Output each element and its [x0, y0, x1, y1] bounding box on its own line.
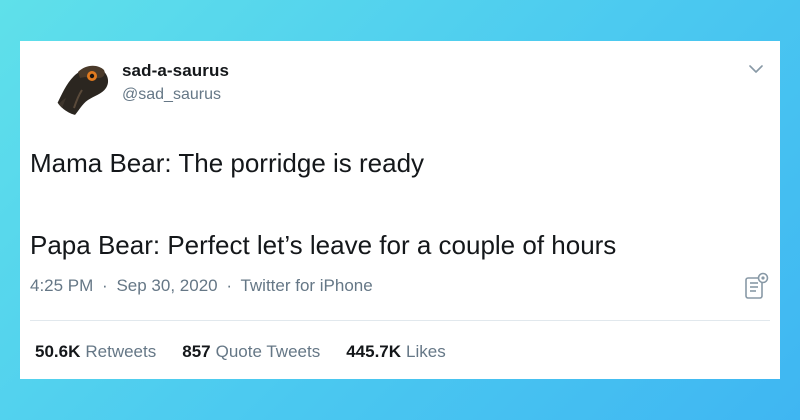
- meta-separator: ·: [102, 276, 108, 295]
- likes-count: 445.7K: [346, 342, 402, 361]
- tweet-meta: 4:25 PM · Sep 30, 2020 · Twitter for iPh…: [30, 276, 373, 296]
- user-handle[interactable]: @sad_saurus: [122, 86, 221, 104]
- analytics-icon[interactable]: [744, 272, 770, 300]
- avatar[interactable]: [52, 54, 114, 116]
- likes-stat[interactable]: 445.7K Likes: [346, 342, 446, 362]
- tweet-time[interactable]: 4:25 PM: [30, 276, 93, 295]
- divider: [30, 320, 770, 321]
- quote-tweets-count: 857: [182, 342, 211, 361]
- tweet-stats: 50.6K Retweets 857 Quote Tweets 445.7K Like…: [35, 342, 446, 362]
- retweets-stat[interactable]: 50.6K Retweets: [35, 342, 156, 362]
- likes-label: Likes: [406, 342, 446, 361]
- meta-separator: ·: [226, 276, 233, 295]
- retweets-count: 50.6K: [35, 342, 81, 361]
- quote-tweets-label: Quote Tweets: [215, 342, 321, 361]
- tweet-card: sad-a-saurus @sad_saurus Mama Bear: The …: [20, 41, 780, 379]
- tweet-line-1: Mama Bear: The porridge is ready: [30, 148, 425, 178]
- tweet-line-2: Papa Bear: Perfect let’s leave for a cou…: [30, 230, 617, 260]
- tweet-date[interactable]: Sep 30, 2020: [116, 276, 217, 295]
- quote-tweets-stat[interactable]: 857 Quote Tweets: [182, 342, 320, 362]
- chevron-down-icon[interactable]: [748, 61, 764, 77]
- tweet-source[interactable]: Twitter for iPhone: [240, 276, 372, 295]
- tweet-text: Mama Bear: The porridge is ready Papa Be…: [30, 143, 770, 266]
- avatar-bird-image: [52, 54, 114, 116]
- retweets-label: Retweets: [85, 342, 157, 361]
- display-name[interactable]: sad-a-saurus: [122, 61, 229, 81]
